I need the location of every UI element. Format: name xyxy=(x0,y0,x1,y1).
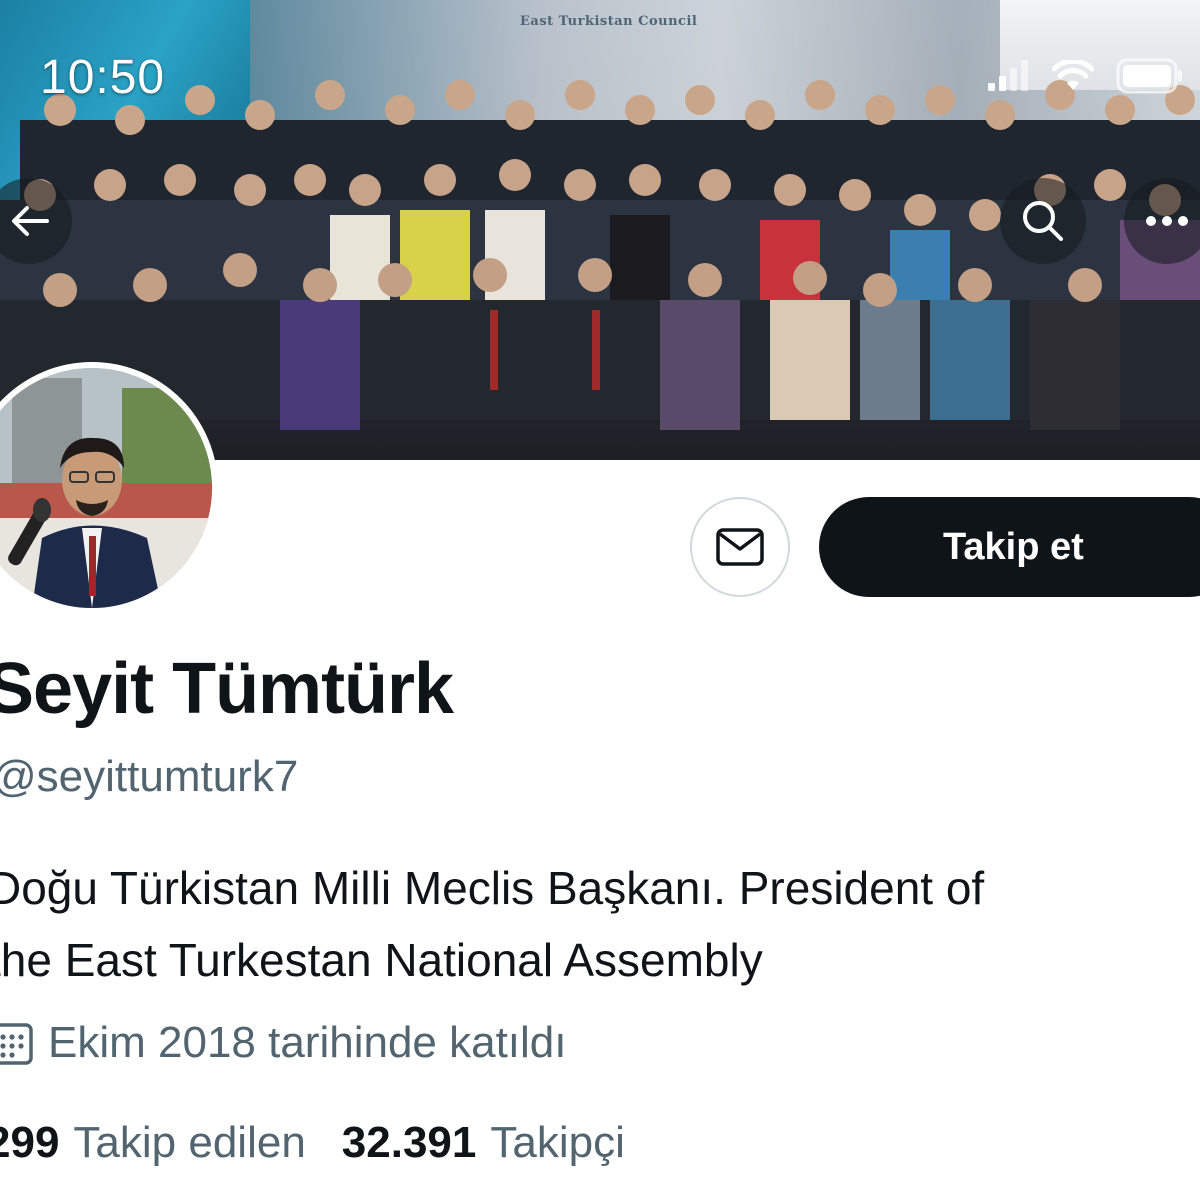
avatar-photo xyxy=(0,368,212,608)
followers-count: 32.391 xyxy=(341,1118,477,1167)
search-icon xyxy=(1023,201,1063,241)
bio-line-2: the East Turkestan National Assembly xyxy=(0,934,763,986)
arrow-left-icon xyxy=(12,206,49,236)
following-count: 299 xyxy=(0,1118,60,1167)
calendar-icon xyxy=(0,1023,33,1065)
battery-icon xyxy=(1116,58,1182,94)
follow-stats: 299 Takip edilen 32.391 Takipçi xyxy=(0,1118,625,1168)
signal-icon xyxy=(988,60,1028,91)
following-label: Takip edilen xyxy=(73,1118,306,1167)
profile-banner[interactable]: East Turkistan Council 10:50 xyxy=(0,0,1200,460)
profile-bio: Doğu Türkistan Milli Meclis Başkanı. Pre… xyxy=(0,852,1188,996)
followers-link[interactable]: 32.391 Takipçi xyxy=(342,1118,625,1168)
search-button[interactable] xyxy=(1000,178,1086,264)
joined-date: Ekim 2018 tarihinde katıldı xyxy=(0,1018,567,1068)
status-icons xyxy=(986,58,1184,94)
more-icon xyxy=(1146,216,1188,226)
followers-label: Takipçi xyxy=(490,1118,625,1167)
profile-handle: @seyittumturk7 xyxy=(0,752,299,801)
wifi-icon xyxy=(1052,60,1094,90)
message-button[interactable] xyxy=(690,497,790,597)
status-time: 10:50 xyxy=(40,51,166,104)
more-button[interactable] xyxy=(1124,178,1200,264)
profile-name: Seyit Tümtürk xyxy=(0,649,454,729)
joined-text: Ekim 2018 tarihinde katıldı xyxy=(48,1018,567,1067)
follow-button[interactable]: Takip et xyxy=(819,497,1200,597)
following-link[interactable]: 299 Takip edilen xyxy=(0,1118,306,1168)
bio-line-1: Doğu Türkistan Milli Meclis Başkanı. Pre… xyxy=(0,862,985,914)
envelope-icon xyxy=(716,528,764,566)
